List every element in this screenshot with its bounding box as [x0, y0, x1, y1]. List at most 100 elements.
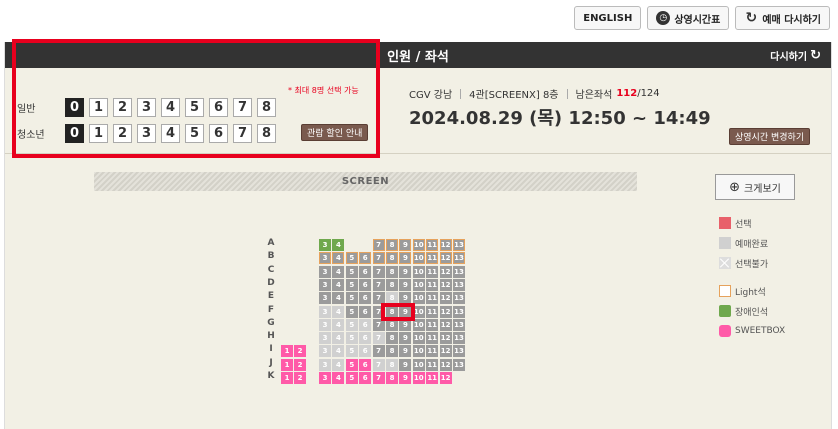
seat[interactable]: 5: [345, 372, 358, 384]
seat[interactable]: 7: [372, 332, 385, 345]
seat[interactable]: 13: [453, 239, 465, 251]
seat[interactable]: 9: [399, 358, 412, 371]
seat[interactable]: 4: [332, 305, 345, 318]
seat[interactable]: 3: [319, 252, 331, 265]
seat[interactable]: 10: [412, 252, 425, 265]
seat[interactable]: 4: [332, 265, 345, 278]
seat[interactable]: 11: [426, 278, 439, 291]
seat[interactable]: 13: [453, 332, 465, 345]
discount-info-button[interactable]: 관람 할인 안내: [301, 124, 369, 141]
seat[interactable]: 5: [345, 358, 358, 371]
seat[interactable]: 3: [319, 372, 331, 384]
seat[interactable]: 7: [372, 265, 385, 278]
seat[interactable]: 5: [345, 318, 358, 331]
change-showtime-button[interactable]: 상영시간 변경하기: [729, 128, 811, 145]
seat[interactable]: 8: [386, 372, 398, 384]
seat[interactable]: 12: [439, 372, 452, 384]
count-button[interactable]: 4: [161, 124, 180, 143]
seat[interactable]: 6: [359, 265, 372, 278]
seat[interactable]: 12: [439, 278, 452, 291]
seat[interactable]: 6: [359, 278, 372, 291]
seat[interactable]: 13: [453, 278, 465, 291]
seat[interactable]: 11: [426, 252, 439, 265]
seat[interactable]: 10: [412, 239, 425, 251]
seat[interactable]: 9: [399, 265, 412, 278]
seat[interactable]: 9: [399, 332, 412, 345]
count-button[interactable]: 6: [209, 98, 228, 117]
seat[interactable]: 7: [372, 252, 385, 265]
seat[interactable]: 9: [399, 252, 412, 265]
seat[interactable]: 3: [319, 318, 331, 331]
seat[interactable]: 6: [359, 345, 372, 358]
sweetbox-seat[interactable]: 1: [281, 358, 293, 371]
seat[interactable]: 12: [439, 332, 452, 345]
seat[interactable]: 3: [319, 239, 331, 251]
seat[interactable]: 4: [332, 345, 345, 358]
seat[interactable]: 11: [426, 318, 439, 331]
seat[interactable]: 10: [412, 358, 425, 371]
count-button[interactable]: 7: [233, 124, 252, 143]
count-button[interactable]: 1: [89, 98, 108, 117]
zoom-button[interactable]: ⊕ 크게보기: [715, 174, 795, 200]
seat[interactable]: 13: [453, 292, 465, 305]
seat[interactable]: 3: [319, 305, 331, 318]
count-button[interactable]: 0: [65, 124, 84, 143]
sweetbox-seat[interactable]: 2: [294, 358, 306, 371]
count-button[interactable]: 5: [185, 124, 204, 143]
seat[interactable]: 10: [412, 332, 425, 345]
seat[interactable]: 4: [332, 318, 345, 331]
seat[interactable]: 8: [386, 345, 398, 358]
seat[interactable]: 11: [426, 292, 439, 305]
seat[interactable]: 8: [386, 265, 398, 278]
seat[interactable]: 5: [345, 252, 358, 265]
seat[interactable]: 5: [345, 265, 358, 278]
english-button[interactable]: ENGLISH: [574, 6, 642, 30]
seat[interactable]: 5: [345, 345, 358, 358]
seat[interactable]: 7: [372, 278, 385, 291]
count-button[interactable]: 2: [113, 124, 132, 143]
seat[interactable]: 10: [412, 265, 425, 278]
seat[interactable]: 7: [372, 372, 385, 384]
seat[interactable]: 6: [359, 332, 372, 345]
seat[interactable]: 13: [453, 345, 465, 358]
seat[interactable]: 4: [332, 372, 345, 384]
seat[interactable]: 6: [359, 372, 372, 384]
seat[interactable]: 12: [439, 252, 452, 265]
seat[interactable]: 13: [453, 265, 465, 278]
seat[interactable]: 11: [426, 345, 439, 358]
seat[interactable]: 3: [319, 278, 331, 291]
seat[interactable]: 12: [439, 292, 452, 305]
count-button[interactable]: 3: [137, 98, 156, 117]
restart-booking-button[interactable]: ↻ 예매 다시하기: [735, 6, 830, 30]
seat[interactable]: 7: [372, 239, 385, 251]
count-button[interactable]: 1: [89, 124, 108, 143]
seat[interactable]: 4: [332, 292, 345, 305]
count-button[interactable]: 0: [65, 98, 84, 117]
seat[interactable]: 11: [426, 358, 439, 371]
seat[interactable]: 6: [359, 305, 372, 318]
count-button[interactable]: 8: [257, 98, 276, 117]
seat[interactable]: 11: [426, 239, 439, 251]
seat[interactable]: 11: [426, 332, 439, 345]
sweetbox-seat[interactable]: 2: [294, 372, 306, 384]
count-button[interactable]: 3: [137, 124, 156, 143]
seat[interactable]: 11: [426, 265, 439, 278]
seat[interactable]: 6: [359, 252, 372, 265]
seat[interactable]: 8: [386, 358, 398, 371]
seat[interactable]: 6: [359, 292, 372, 305]
seat[interactable]: 8: [386, 252, 398, 265]
seat[interactable]: 9: [399, 372, 412, 384]
schedule-button[interactable]: ◷ 상영시간표: [647, 6, 730, 30]
count-button[interactable]: 2: [113, 98, 132, 117]
seat[interactable]: 6: [359, 358, 372, 371]
seat[interactable]: 8: [386, 239, 398, 251]
seat[interactable]: 11: [426, 305, 439, 318]
seat[interactable]: 9: [399, 239, 412, 251]
count-button[interactable]: 5: [185, 98, 204, 117]
seat[interactable]: 9: [399, 278, 412, 291]
count-button[interactable]: 8: [257, 124, 276, 143]
reset-button[interactable]: 다시하기 ↻: [770, 48, 821, 63]
seat[interactable]: 12: [439, 345, 452, 358]
seat[interactable]: 9: [399, 345, 412, 358]
seat[interactable]: 13: [453, 358, 465, 371]
